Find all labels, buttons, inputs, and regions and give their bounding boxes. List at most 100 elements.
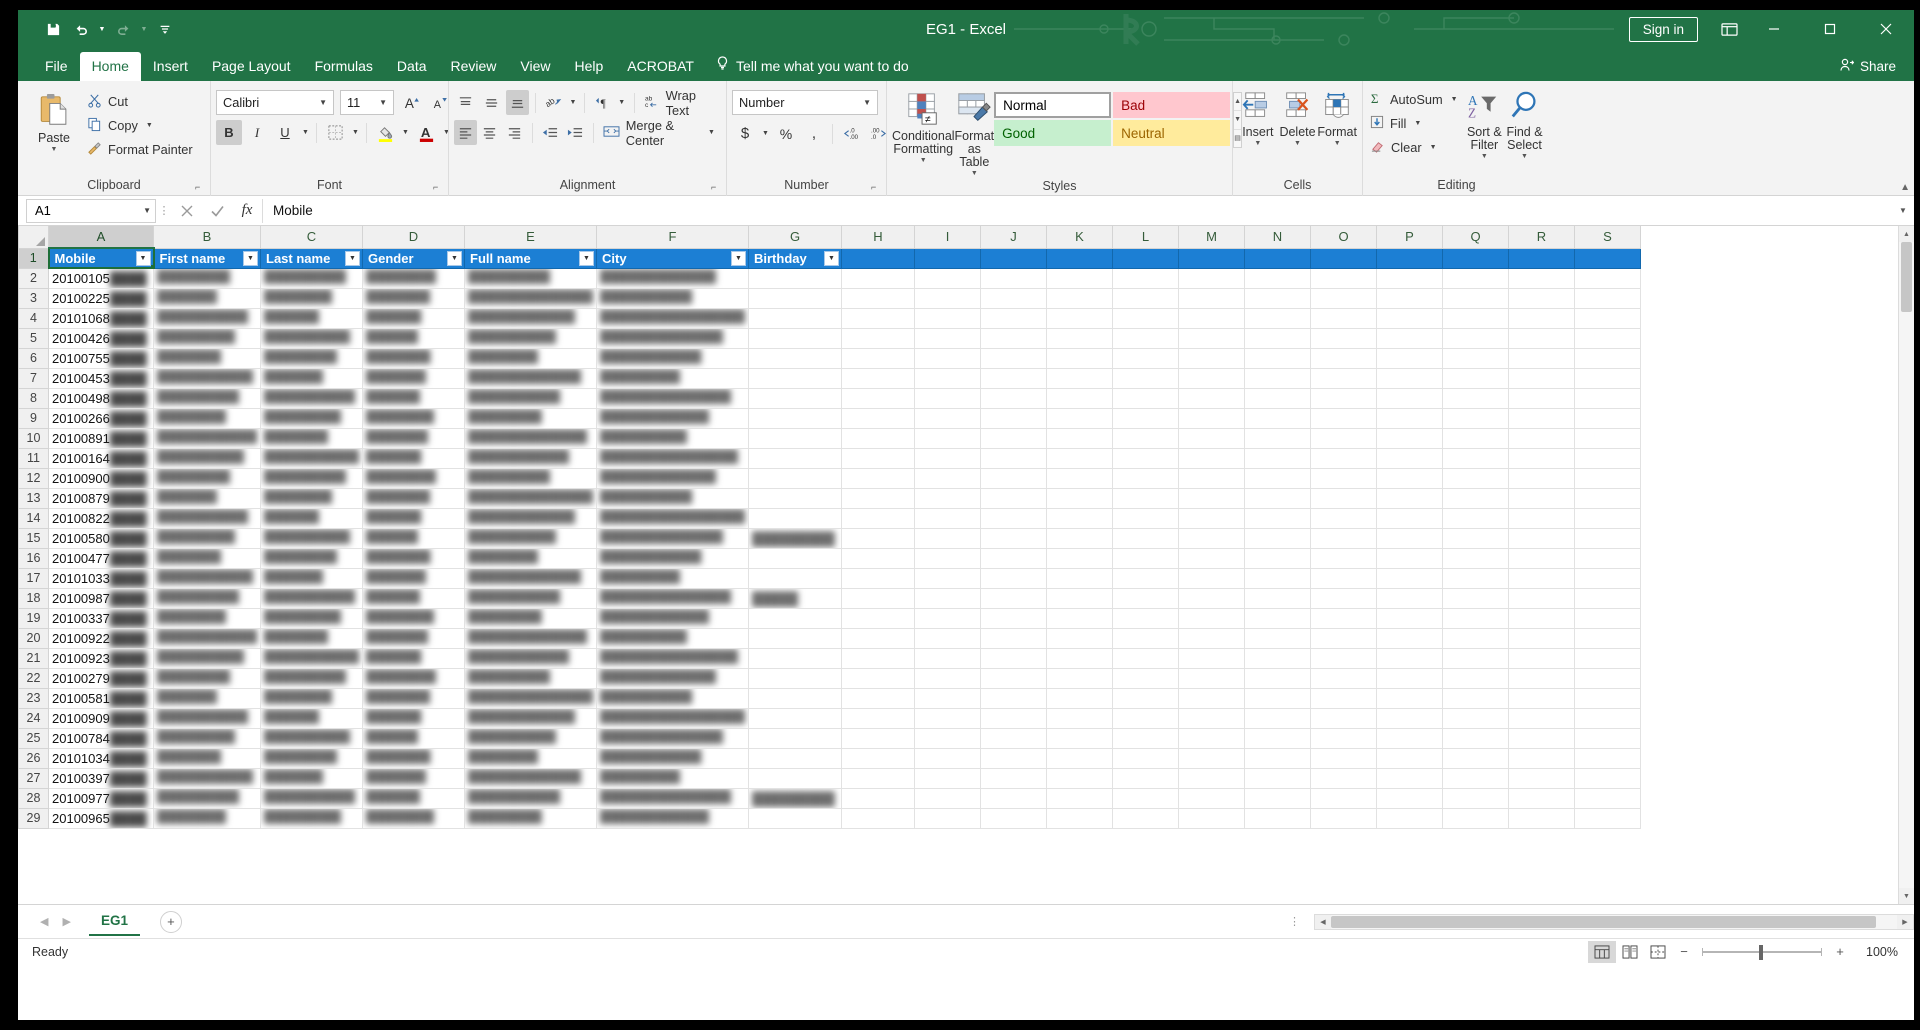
cell-M22[interactable] <box>1178 667 1245 689</box>
header-cell-B1[interactable]: First name ▼ <box>153 247 261 269</box>
cell-S25[interactable] <box>1574 727 1641 749</box>
cell-E14[interactable]: ████████████ <box>464 507 597 529</box>
cell-Q28[interactable] <box>1442 787 1509 809</box>
cell-C16[interactable]: ████████ <box>260 547 363 569</box>
cell-I24[interactable] <box>914 707 981 729</box>
cell-H5[interactable] <box>841 327 915 349</box>
cell-F17[interactable]: █████████ <box>596 567 749 589</box>
cell-M16[interactable] <box>1178 547 1245 569</box>
cell-O5[interactable] <box>1310 327 1377 349</box>
row-header-22[interactable]: 22 <box>18 667 49 689</box>
cell-M20[interactable] <box>1178 627 1245 649</box>
column-header-J[interactable]: J <box>980 226 1047 249</box>
cell-I19[interactable] <box>914 607 981 629</box>
row-header-28[interactable]: 28 <box>18 787 49 809</box>
fill-color-dropdown-icon[interactable]: ▼ <box>400 129 411 136</box>
filter-dropdown-G[interactable]: ▼ <box>824 250 839 266</box>
cell-N9[interactable] <box>1244 407 1311 429</box>
cell-E19[interactable]: ████████ <box>464 607 597 629</box>
cell-B24[interactable]: ██████████ <box>153 707 261 729</box>
cell-O7[interactable] <box>1310 367 1377 389</box>
cell-P26[interactable] <box>1376 747 1443 769</box>
cell-C2[interactable]: █████████ <box>260 267 363 289</box>
table-row[interactable]: 25 20100784████ █████████ ██████████ ██████ █… <box>18 727 1641 749</box>
cell-D16[interactable]: ███████ <box>362 547 465 569</box>
sign-in-button[interactable]: Sign in <box>1628 16 1698 42</box>
clipboard-dialog-launcher[interactable]: ⌐ <box>195 182 207 194</box>
font-size-combo[interactable]: 11 ▼ <box>340 90 394 115</box>
cell-F13[interactable]: ██████████ <box>596 487 749 509</box>
cell-I26[interactable] <box>914 747 981 769</box>
conditional-formatting-dropdown-icon[interactable]: ▼ <box>920 157 927 164</box>
cell-R22[interactable] <box>1508 667 1575 689</box>
cell-H15[interactable] <box>841 527 915 549</box>
cell-L3[interactable] <box>1112 287 1179 309</box>
cell-L5[interactable] <box>1112 327 1179 349</box>
cell-S6[interactable] <box>1574 347 1641 369</box>
zoom-level[interactable]: 100% <box>1852 945 1898 959</box>
cell-E20[interactable]: █████████████ <box>464 627 597 649</box>
cell-S22[interactable] <box>1574 667 1641 689</box>
row-header-2[interactable]: 2 <box>18 267 49 289</box>
cell-M15[interactable] <box>1178 527 1245 549</box>
cell-A2[interactable]: 20100105████ <box>48 267 154 289</box>
cell-D17[interactable]: ███████ <box>362 567 465 589</box>
cell-F16[interactable]: ███████████ <box>596 547 749 569</box>
row-header-5[interactable]: 5 <box>18 327 49 349</box>
cell-M10[interactable] <box>1178 427 1245 449</box>
cell-H10[interactable] <box>841 427 915 449</box>
cell-H26[interactable] <box>841 747 915 769</box>
cell-N20[interactable] <box>1244 627 1311 649</box>
cell-Q18[interactable] <box>1442 587 1509 609</box>
cell-E16[interactable]: ████████ <box>464 547 597 569</box>
cell-R23[interactable] <box>1508 687 1575 709</box>
cell-M24[interactable] <box>1178 707 1245 729</box>
cell-K15[interactable] <box>1046 527 1113 549</box>
cell-R13[interactable] <box>1508 487 1575 509</box>
cell-N12[interactable] <box>1244 467 1311 489</box>
cell-M18[interactable] <box>1178 587 1245 609</box>
cell-O19[interactable] <box>1310 607 1377 629</box>
tab-review[interactable]: Review <box>439 52 509 81</box>
cell-style-good[interactable]: Good <box>994 120 1112 146</box>
cell-G21[interactable] <box>748 647 842 669</box>
cell-H23[interactable] <box>841 687 915 709</box>
currency-format-button[interactable]: $ <box>732 121 758 146</box>
cell-N8[interactable] <box>1244 387 1311 409</box>
cell-K18[interactable] <box>1046 587 1113 609</box>
cell-K16[interactable] <box>1046 547 1113 569</box>
font-name-dropdown-icon[interactable]: ▼ <box>315 98 331 107</box>
cell-P4[interactable] <box>1376 307 1443 329</box>
cell-Q24[interactable] <box>1442 707 1509 729</box>
borders-dropdown-icon[interactable]: ▼ <box>350 129 361 136</box>
cell-E7[interactable]: █████████████ <box>464 367 597 389</box>
collapse-ribbon-icon[interactable]: ▲ <box>1900 182 1910 193</box>
cell-L2[interactable] <box>1112 267 1179 289</box>
cell-S17[interactable] <box>1574 567 1641 589</box>
cell-I25[interactable] <box>914 727 981 749</box>
tab-file[interactable]: File <box>33 52 80 81</box>
copy-button[interactable]: Copy ▼ <box>85 115 198 136</box>
cell-N4[interactable] <box>1244 307 1311 329</box>
row-header-21[interactable]: 21 <box>18 647 49 669</box>
cell-E11[interactable]: ███████████ <box>464 447 597 469</box>
cell-C5[interactable]: ██████████ <box>260 327 363 349</box>
cell-C8[interactable]: ██████████ <box>260 387 363 409</box>
cell-Q20[interactable] <box>1442 627 1509 649</box>
cell-D10[interactable]: ███████ <box>362 427 465 449</box>
row-header-18[interactable]: 18 <box>18 587 49 609</box>
cell-H3[interactable] <box>841 287 915 309</box>
cell-O15[interactable] <box>1310 527 1377 549</box>
share-button[interactable]: Share <box>1840 58 1896 75</box>
sheet-tab-splitter[interactable]: ⋮ <box>1275 915 1314 928</box>
cell-Q6[interactable] <box>1442 347 1509 369</box>
cell-D15[interactable]: ██████ <box>362 527 465 549</box>
cell-P24[interactable] <box>1376 707 1443 729</box>
header-cell-Q1[interactable] <box>1442 247 1509 269</box>
cell-H19[interactable] <box>841 607 915 629</box>
header-cell-F1[interactable]: City ▼ <box>596 247 749 269</box>
cell-O24[interactable] <box>1310 707 1377 729</box>
cell-E3[interactable]: ██████████████ <box>464 287 597 309</box>
cell-E25[interactable]: ██████████ <box>464 727 597 749</box>
cell-I13[interactable] <box>914 487 981 509</box>
